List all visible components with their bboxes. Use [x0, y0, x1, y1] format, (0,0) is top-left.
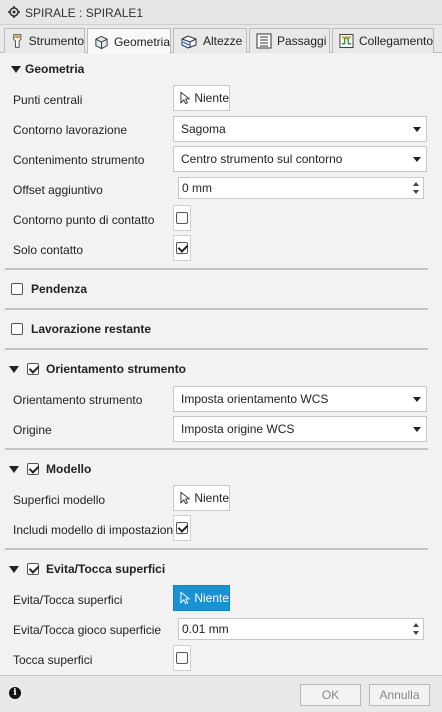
contenimento-strumento-dropdown[interactable]: Centro strumento sul contorno — [173, 146, 427, 172]
contorno-punto-contatto-checkbox[interactable] — [176, 212, 188, 224]
origine-label: Origine — [13, 423, 52, 437]
passes-icon — [256, 33, 272, 49]
annulla-button[interactable]: Annulla — [369, 684, 430, 706]
section-evita-header[interactable]: Evita/Tocca superfici — [0, 555, 442, 583]
linking-icon — [339, 33, 354, 49]
evita-superfici-label: Evita/Tocca superfici — [13, 593, 123, 607]
evita-checkbox[interactable] — [27, 563, 39, 575]
contorno-punto-contatto-label: Contorno punto di contatto — [13, 213, 155, 227]
solo-contatto-checkbox[interactable] — [176, 242, 188, 254]
includi-modello-checkbox[interactable] — [176, 522, 188, 534]
dialog-title: SPIRALE : SPIRALE1 — [25, 6, 144, 20]
section-divider — [5, 448, 428, 450]
orientamento-checkbox[interactable] — [27, 363, 39, 375]
collapse-arrow-icon[interactable] — [9, 366, 19, 373]
tool-icon — [13, 34, 22, 48]
solo-contatto-label: Solo contatto — [13, 243, 84, 257]
superfici-modello-label: Superfici modello — [13, 493, 106, 507]
modello-checkbox[interactable] — [27, 463, 39, 475]
section-divider — [5, 548, 428, 550]
collapse-arrow-icon[interactable] — [9, 466, 19, 473]
evita-gioco-input[interactable]: 0.01 mm — [178, 618, 424, 640]
tocca-superfici-label: Tocca superfici — [13, 653, 93, 667]
orientamento-strumento-dropdown[interactable]: Imposta orientamento WCS — [173, 386, 427, 412]
section-geometria-header[interactable]: Geometria — [0, 55, 442, 83]
contorno-punto-contatto-checkbox-wrap — [173, 205, 191, 231]
ok-button[interactable]: OK — [300, 684, 361, 706]
tab-strumento[interactable]: Strumento — [4, 28, 85, 53]
cursor-arrow-icon — [180, 91, 191, 105]
section-divider — [5, 308, 428, 310]
evita-superfici-select-button[interactable]: Niente — [173, 585, 230, 611]
punti-centrali-select-button[interactable]: Niente — [173, 85, 230, 111]
info-icon[interactable]: i — [9, 687, 21, 699]
spinner-icon[interactable] — [413, 621, 421, 637]
tocca-superfici-checkbox-wrap — [173, 645, 191, 671]
punti-centrali-label: Punti centrali — [13, 93, 83, 107]
tab-passaggi[interactable]: Passaggi — [249, 28, 330, 53]
section-divider — [5, 268, 428, 270]
includi-modello-label: Includi modello di impostazione — [13, 523, 180, 537]
title-bar: SPIRALE : SPIRALE1 — [0, 0, 442, 25]
section-orientamento-header[interactable]: Orientamento strumento — [0, 355, 442, 383]
heights-icon — [181, 35, 197, 49]
contorno-lavorazione-dropdown[interactable]: Sagoma — [173, 116, 427, 142]
contorno-lavorazione-label: Contorno lavorazione — [13, 123, 128, 137]
includi-modello-checkbox-wrap — [173, 515, 191, 541]
origine-dropdown[interactable]: Imposta origine WCS — [173, 416, 427, 442]
collapse-arrow-icon[interactable] — [11, 66, 21, 73]
lavorazione-restante-checkbox[interactable] — [11, 323, 23, 335]
gear-icon[interactable] — [8, 6, 20, 18]
evita-gioco-label: Evita/Tocca gioco superficie — [13, 623, 162, 637]
tab-altezze[interactable]: Altezze — [173, 28, 247, 53]
tab-geometria[interactable]: Geometria — [87, 28, 171, 54]
dialog-footer: i OK Annulla — [0, 675, 442, 712]
collapse-arrow-icon[interactable] — [9, 566, 19, 573]
cursor-arrow-icon — [180, 491, 191, 505]
section-pendenza-header[interactable]: Pendenza — [0, 275, 442, 303]
tab-collegamento[interactable]: Collegamento — [332, 28, 434, 53]
contenimento-strumento-label: Contenimento strumento — [13, 153, 145, 167]
tocca-superfici-checkbox[interactable] — [176, 652, 188, 664]
offset-aggiuntivo-label: Offset aggiuntivo — [13, 183, 103, 197]
pendenza-checkbox[interactable] — [11, 283, 23, 295]
offset-aggiuntivo-input[interactable]: 0 mm — [178, 177, 424, 199]
spinner-icon[interactable] — [413, 180, 421, 196]
solo-contatto-checkbox-wrap — [173, 235, 191, 261]
section-lavorazione-restante-header[interactable]: Lavorazione restante — [0, 315, 442, 343]
orientamento-strumento-label: Orientamento strumento — [13, 393, 143, 407]
superfici-modello-select-button[interactable]: Niente — [173, 485, 230, 511]
section-divider — [5, 348, 428, 350]
cursor-arrow-icon — [180, 591, 191, 605]
geometry-cube-icon — [95, 35, 108, 49]
tab-bar: Strumento Geometria Altezze Passaggi Col… — [0, 25, 442, 54]
section-modello-header[interactable]: Modello — [0, 455, 442, 483]
